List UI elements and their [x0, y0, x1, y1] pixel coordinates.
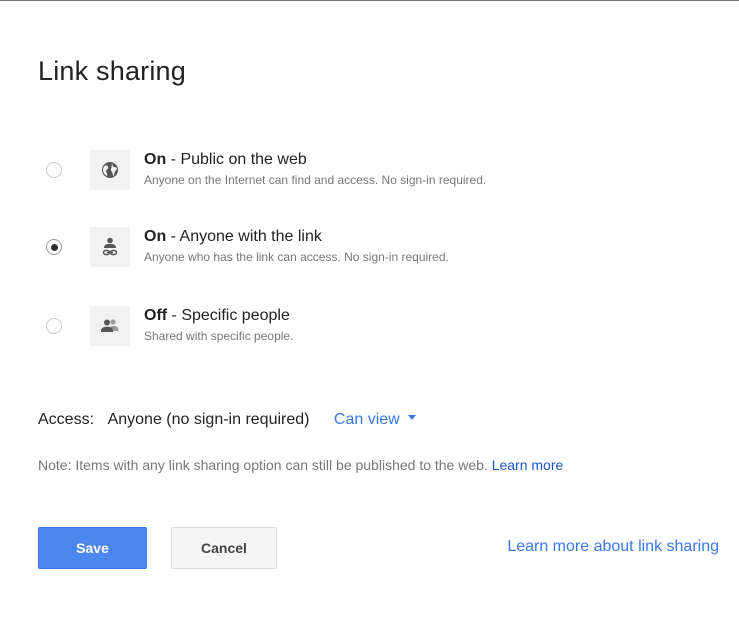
caret-down-icon	[407, 415, 416, 421]
publish-note: Note: Items with any link sharing option…	[38, 457, 563, 473]
learn-more-about-link-sharing-link[interactable]: Learn more about link sharing	[507, 538, 719, 556]
option-title: On - Anyone with the link	[144, 227, 449, 247]
person-link-icon	[90, 227, 130, 267]
permission-dropdown-label: Can view	[333, 411, 400, 428]
access-label: Access:	[38, 411, 95, 428]
option-description: Anyone on the Internet can find and acce…	[144, 173, 487, 187]
option-description: Shared with specific people.	[144, 329, 294, 343]
option-state: On	[144, 228, 167, 245]
radio-specific-people[interactable]	[46, 318, 62, 334]
link-sharing-dialog: Link sharing On - Public on the web Anyo…	[0, 0, 739, 625]
option-anyone-with-link[interactable]: On - Anyone with the link Anyone who has…	[40, 223, 680, 277]
learn-more-link[interactable]: Learn more	[492, 457, 564, 473]
access-row: Access: Anyone (no sign-in required) Can…	[38, 411, 416, 429]
option-text: Off - Specific people Shared with specif…	[144, 306, 293, 344]
save-button[interactable]: Save	[38, 527, 147, 569]
option-title: Off - Specific people	[144, 306, 293, 326]
option-text: On - Public on the web Anyone on the Int…	[144, 150, 486, 188]
option-label: - Specific people	[167, 307, 290, 324]
people-icon	[90, 306, 130, 346]
radio-anyone-with-link[interactable]	[46, 239, 62, 255]
option-text: On - Anyone with the link Anyone who has…	[144, 227, 449, 265]
radio-public-on-web[interactable]	[46, 162, 62, 178]
option-public-on-web[interactable]: On - Public on the web Anyone on the Int…	[40, 146, 680, 200]
option-title: On - Public on the web	[144, 150, 486, 170]
globe-icon	[90, 150, 130, 190]
option-label: - Public on the web	[166, 151, 307, 168]
access-value: Anyone (no sign-in required)	[107, 411, 310, 428]
option-state: On	[144, 151, 167, 168]
permission-dropdown[interactable]: Can view	[334, 411, 416, 428]
option-description: Anyone who has the link can access. No s…	[144, 250, 449, 264]
note-text: Note: Items with any link sharing option…	[38, 457, 492, 473]
option-specific-people[interactable]: Off - Specific people Shared with specif…	[40, 302, 680, 356]
option-label: - Anyone with the link	[166, 228, 322, 245]
dialog-title: Link sharing	[38, 56, 186, 86]
cancel-button[interactable]: Cancel	[171, 527, 277, 569]
option-state: Off	[144, 307, 168, 324]
